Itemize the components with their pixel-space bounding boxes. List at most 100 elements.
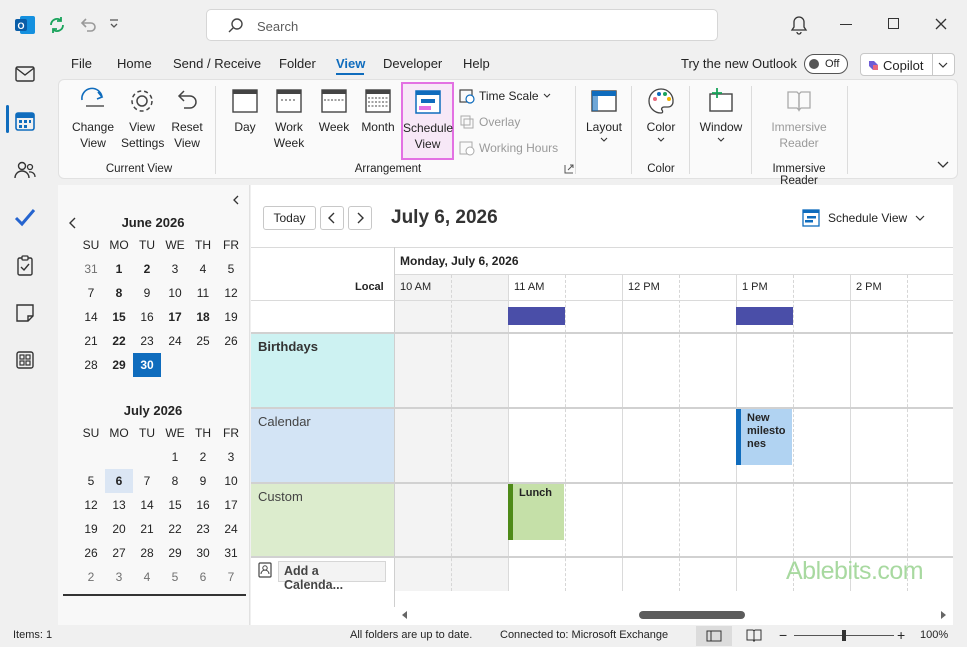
calendar-day[interactable]: 24 xyxy=(161,329,189,353)
search-box[interactable]: Search xyxy=(206,9,718,41)
calendar-day[interactable]: 24 xyxy=(217,517,245,541)
calendar-row-custom[interactable]: Custom xyxy=(251,484,394,558)
calendar-day[interactable]: 23 xyxy=(189,517,217,541)
customize-toolbar-icon[interactable] xyxy=(108,18,120,30)
scroll-left-icon[interactable] xyxy=(400,610,408,620)
calendar-day[interactable]: 26 xyxy=(217,329,245,353)
calendar-day[interactable]: 8 xyxy=(105,281,133,305)
calendar-day[interactable]: 1 xyxy=(105,257,133,281)
calendar-day[interactable]: 14 xyxy=(77,305,105,329)
calendar-day[interactable]: 12 xyxy=(77,493,105,517)
zoom-out-button[interactable]: − xyxy=(779,627,787,643)
calendar-day[interactable]: 15 xyxy=(105,305,133,329)
event-lunch[interactable]: Lunch xyxy=(508,484,564,540)
reading-view-icon[interactable] xyxy=(745,628,763,642)
calendar-day[interactable]: 16 xyxy=(189,493,217,517)
calendar-day[interactable]: 12 xyxy=(217,281,245,305)
zoom-in-button[interactable]: + xyxy=(897,627,905,643)
calendar-day[interactable]: 22 xyxy=(161,517,189,541)
calendar-day[interactable]: 28 xyxy=(77,353,105,377)
today-button[interactable]: Today xyxy=(263,206,316,230)
calendar-day[interactable]: 27 xyxy=(105,541,133,565)
copilot-button[interactable]: Copilot xyxy=(860,53,955,76)
notes-icon[interactable] xyxy=(13,301,37,325)
maximize-button[interactable] xyxy=(888,18,899,29)
week-button[interactable]: Week xyxy=(314,86,354,135)
calendar-day[interactable]: 19 xyxy=(217,305,245,329)
calendar-day[interactable]: 22 xyxy=(105,329,133,353)
menu-home[interactable]: Home xyxy=(117,56,152,71)
collapse-ribbon-icon[interactable] xyxy=(937,161,949,169)
month-button[interactable]: Month xyxy=(357,86,399,135)
normal-view-button[interactable] xyxy=(696,626,732,646)
calendar-day[interactable]: 31 xyxy=(77,257,105,281)
calendar-day[interactable]: 7 xyxy=(77,281,105,305)
calendar-day[interactable]: 2 xyxy=(77,565,105,589)
calendar-day[interactable]: 20 xyxy=(105,517,133,541)
calendar-day[interactable]: 1 xyxy=(161,445,189,469)
menu-file[interactable]: File xyxy=(71,56,92,71)
day-button[interactable]: Day xyxy=(225,86,265,135)
window-button[interactable]: Window xyxy=(695,86,747,146)
change-view-button[interactable]: Change View xyxy=(67,86,119,151)
scroll-right-icon[interactable] xyxy=(940,610,948,620)
new-outlook-toggle[interactable]: Off xyxy=(804,54,848,74)
calendar-day[interactable]: 3 xyxy=(105,565,133,589)
time-scale-button[interactable]: Time Scale xyxy=(459,88,551,104)
color-button[interactable]: Color xyxy=(639,86,683,146)
calendar-day[interactable]: 7 xyxy=(217,565,245,589)
people-icon[interactable] xyxy=(13,158,37,182)
calendar-day[interactable]: 9 xyxy=(133,281,161,305)
minimize-button[interactable] xyxy=(840,24,852,25)
calendar-day[interactable]: 17 xyxy=(217,493,245,517)
calendar-day[interactable]: 21 xyxy=(133,517,161,541)
calendar-day[interactable]: 25 xyxy=(189,329,217,353)
reset-view-button[interactable]: Reset View xyxy=(167,86,207,151)
work-week-button[interactable]: Work Week xyxy=(269,86,309,151)
chevron-down-icon[interactable] xyxy=(938,62,948,68)
clipboard-icon[interactable] xyxy=(13,254,37,278)
calendar-day[interactable]: 29 xyxy=(105,353,133,377)
calendar-day[interactable]: 28 xyxy=(133,541,161,565)
calendar-day[interactable]: 4 xyxy=(133,565,161,589)
calendar-day[interactable]: 6 xyxy=(105,469,133,493)
calendar-day[interactable]: 31 xyxy=(217,541,245,565)
close-button[interactable] xyxy=(934,17,948,31)
calendar-day[interactable]: 29 xyxy=(161,541,189,565)
calendar-day[interactable]: 10 xyxy=(161,281,189,305)
calendar-day[interactable]: 14 xyxy=(133,493,161,517)
calendar-day[interactable]: 21 xyxy=(77,329,105,353)
previous-day-button[interactable] xyxy=(320,206,344,230)
calendar-day[interactable]: 8 xyxy=(161,469,189,493)
event-new-milestones[interactable]: New milesto nes xyxy=(736,409,792,465)
calendar-day[interactable]: 6 xyxy=(189,565,217,589)
view-selector[interactable]: Schedule View xyxy=(802,209,925,227)
calendar-day[interactable]: 9 xyxy=(189,469,217,493)
schedule-view-button[interactable]: Schedule View xyxy=(401,82,454,160)
bell-icon[interactable] xyxy=(789,15,809,35)
calendar-day[interactable]: 3 xyxy=(217,445,245,469)
calendar-row-birthdays[interactable]: Birthdays xyxy=(251,334,394,409)
menu-help[interactable]: Help xyxy=(463,56,490,71)
horizontal-scrollbar[interactable] xyxy=(394,607,953,623)
menu-send-receive[interactable]: Send / Receive xyxy=(173,56,261,71)
add-calendar-button[interactable]: Add a Calenda... xyxy=(278,561,386,592)
calendar-day[interactable]: 30 xyxy=(133,353,161,377)
calendar-day[interactable]: 26 xyxy=(77,541,105,565)
calendar-day[interactable]: 10 xyxy=(217,469,245,493)
calendar-day[interactable]: 2 xyxy=(133,257,161,281)
view-settings-button[interactable]: View Settings xyxy=(121,86,164,151)
calendar-day[interactable]: 16 xyxy=(133,305,161,329)
calendar-day[interactable]: 23 xyxy=(133,329,161,353)
calendar-day[interactable]: 2 xyxy=(189,445,217,469)
calendar-day[interactable]: 5 xyxy=(217,257,245,281)
calendar-day[interactable]: 7 xyxy=(133,469,161,493)
menu-view[interactable]: View xyxy=(336,56,365,71)
free-busy-bar[interactable] xyxy=(736,307,793,325)
mail-icon[interactable] xyxy=(13,62,37,86)
calendar-day[interactable]: 19 xyxy=(77,517,105,541)
dialog-launcher-icon[interactable] xyxy=(564,164,574,174)
free-busy-bar[interactable] xyxy=(508,307,565,325)
calendar-day[interactable]: 3 xyxy=(161,257,189,281)
menu-developer[interactable]: Developer xyxy=(383,56,442,71)
